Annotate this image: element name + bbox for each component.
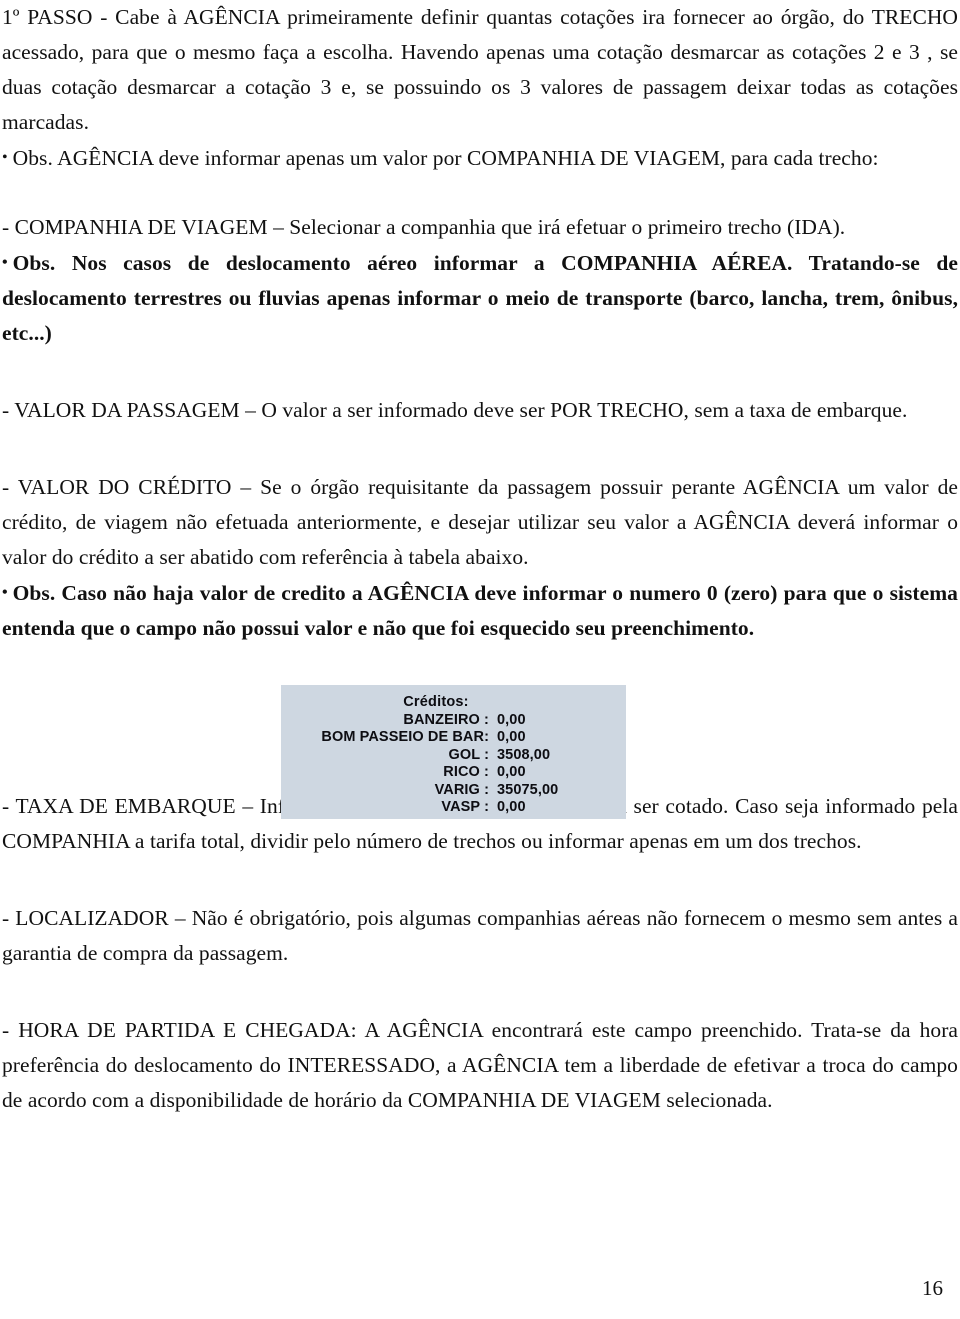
paragraph-valor-do-credito: - VALOR DO CRÉDITO – Se o órgão requisit…	[2, 475, 958, 569]
credits-label: RICO :	[443, 764, 489, 780]
paragraph-obs-sem-credito-text: Obs. Caso não haja valor de credito a AG…	[2, 581, 958, 640]
credits-table: Créditos: BANZEIRO : 0,00 BOM PASSEIO DE…	[281, 694, 613, 817]
credits-label: BANZEIRO :	[403, 711, 489, 728]
credits-label: VASP :	[441, 799, 489, 815]
credits-title: Créditos:	[403, 694, 469, 710]
paragraph-obs-deslocamento-aereo-text: Obs. Nos casos de deslocamento aéreo inf…	[2, 251, 958, 345]
document-page: 1º PASSO - Cabe à AGÊNCIA primeiramente …	[0, 0, 960, 1319]
credits-value: 35075,00	[497, 781, 559, 798]
paragraph-obs-companhia-valor: • Obs. AGÊNCIA deve informar apenas um va…	[2, 140, 958, 176]
paragraph-passo-1: 1º PASSO - Cabe à AGÊNCIA primeiramente …	[2, 5, 958, 134]
credits-row: VASP : 0,00	[281, 799, 613, 817]
paragraph-valor-da-passagem: - VALOR DA PASSAGEM – O valor a ser info…	[2, 398, 908, 422]
credits-value: 3508,00	[497, 746, 551, 763]
credits-row: GOL : 3508,00	[281, 747, 613, 765]
credits-value: 0,00	[497, 799, 526, 815]
credits-row: BANZEIRO : 0,00	[281, 712, 613, 730]
credits-table-figure: Créditos: BANZEIRO : 0,00 BOM PASSEIO DE…	[281, 685, 626, 819]
paragraph-companhia-de-viagem: - COMPANHIA DE VIAGEM – Selecionar a com…	[2, 215, 846, 239]
paragraph-obs-sem-credito: • Obs. Caso não haja valor de credito a A…	[2, 575, 958, 646]
paragraph-obs-deslocamento-aereo: • Obs. Nos casos de deslocamento aéreo in…	[2, 245, 958, 351]
page-number: 16	[922, 1276, 943, 1300]
bullet-icon: •	[2, 149, 8, 166]
credits-label: BOM PASSEIO DE BAR:	[321, 729, 489, 745]
credits-label: GOL :	[448, 746, 489, 763]
credits-row: VARIG : 35075,00	[281, 782, 613, 800]
credits-row: BOM PASSEIO DE BAR: 0,00	[281, 729, 613, 747]
credits-value: 0,00	[497, 729, 526, 745]
document-body: 1º PASSO - Cabe à AGÊNCIA primeiramente …	[2, 0, 958, 1118]
paragraph-localizador: - LOCALIZADOR – Não é obrigatório, pois …	[2, 906, 958, 965]
credits-row: RICO : 0,00	[281, 764, 613, 782]
paragraph-hora-partida-chegada: - HORA DE PARTIDA E CHEGADA: A AGÊNCIA e…	[2, 1018, 958, 1112]
bullet-icon: •	[2, 584, 8, 601]
credits-value: 0,00	[497, 764, 526, 780]
paragraph-obs-companhia-valor-text: Obs. AGÊNCIA deve informar apenas um val…	[12, 146, 879, 170]
credits-label: VARIG :	[434, 781, 489, 798]
bullet-icon: •	[2, 254, 8, 271]
credits-value: 0,00	[497, 711, 526, 728]
